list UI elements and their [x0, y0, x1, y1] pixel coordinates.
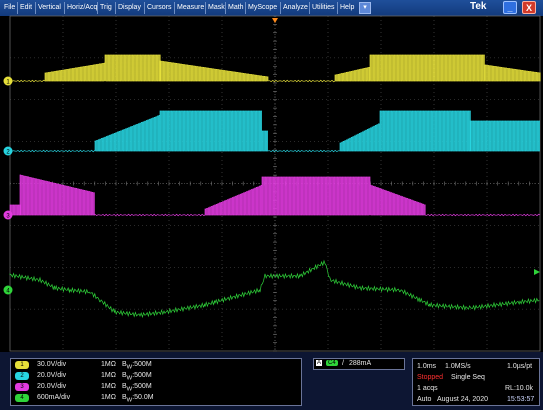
- ch2-badge: 2: [15, 372, 29, 380]
- ch2-bandwidth: BW:500M: [122, 372, 152, 382]
- ch1-trace-label: U: [11, 90, 16, 96]
- readout-panel: 1 30.0V/div 1MΩ BW:500M 2 20.0V/div 1MΩ …: [0, 352, 543, 410]
- trigger-level: 288mA: [349, 360, 372, 367]
- run-status: Stopped: [417, 374, 444, 381]
- scope-graphics: 1234: [3, 15, 541, 352]
- ch1-readout[interactable]: 1 30.0V/div 1MΩ BW:500M: [15, 361, 152, 371]
- ch4-impedance: 1MΩ: [101, 394, 116, 401]
- ch4-scale: 600mA/div: [37, 394, 71, 401]
- ch2-readout[interactable]: 2 20.0V/div 1MΩ BW:500M: [15, 372, 152, 382]
- ch3-waveform: [9, 174, 541, 217]
- ch2-trace-label: V: [11, 160, 16, 166]
- ch1-impedance: 1MΩ: [101, 361, 116, 368]
- ch4-bandwidth: BW:50.0M: [122, 394, 154, 404]
- ch3-scale: 20.0V/div: [37, 383, 67, 390]
- ch1-badge: 1: [15, 361, 29, 369]
- acq-count: 1 acqs: [417, 385, 438, 392]
- ch2-impedance: 1MΩ: [101, 372, 116, 379]
- trigger-mode: Auto: [417, 396, 432, 403]
- ch1-scale: 30.0V/div: [37, 361, 67, 368]
- trigger-readout[interactable]: A C4 / 288mA: [313, 358, 405, 370]
- trigger-a-badge: A: [316, 360, 323, 366]
- date: August 24, 2020: [437, 396, 488, 403]
- ch4-readout[interactable]: 4 600mA/div 1MΩ BW:50.0M: [15, 394, 154, 404]
- trigger-level-icon: [534, 269, 540, 275]
- ch2-scale: 20.0V/div: [37, 372, 67, 379]
- record-length: RL:10.0k: [505, 385, 534, 392]
- ch3-badge: 3: [15, 383, 29, 391]
- ch3-trace-label: W: [13, 226, 19, 232]
- sample-rate: 1.0MS/s: [445, 363, 471, 370]
- ch3-impedance: 1MΩ: [101, 383, 116, 390]
- ch3-readout[interactable]: 3 20.0V/div 1MΩ BW:500M: [15, 383, 152, 393]
- ch4-badge: 4: [15, 394, 29, 402]
- trigger-slope-icon: /: [342, 360, 344, 367]
- resolution: 1.0µs/pt: [507, 363, 533, 370]
- trigger-position-icon: [272, 18, 278, 23]
- ch4-trace-label: U CURRENT: [16, 326, 52, 332]
- timebase: 1.0ms: [417, 363, 437, 370]
- ch3-bandwidth: BW:500M: [122, 383, 152, 393]
- acq-mode: Single Seq: [451, 374, 485, 381]
- clock-time: 15:53:57: [507, 396, 535, 403]
- acquisition-readout[interactable]: 1.0ms 1.0MS/s 1.0µs/pt Stopped Single Se…: [412, 358, 540, 406]
- ch1-bandwidth: BW:500M: [122, 361, 152, 371]
- channel-readout-box: 1 30.0V/div 1MΩ BW:500M 2 20.0V/div 1MΩ …: [10, 358, 302, 406]
- trigger-source: C4: [326, 360, 338, 366]
- ch4-waveform: [9, 259, 540, 319]
